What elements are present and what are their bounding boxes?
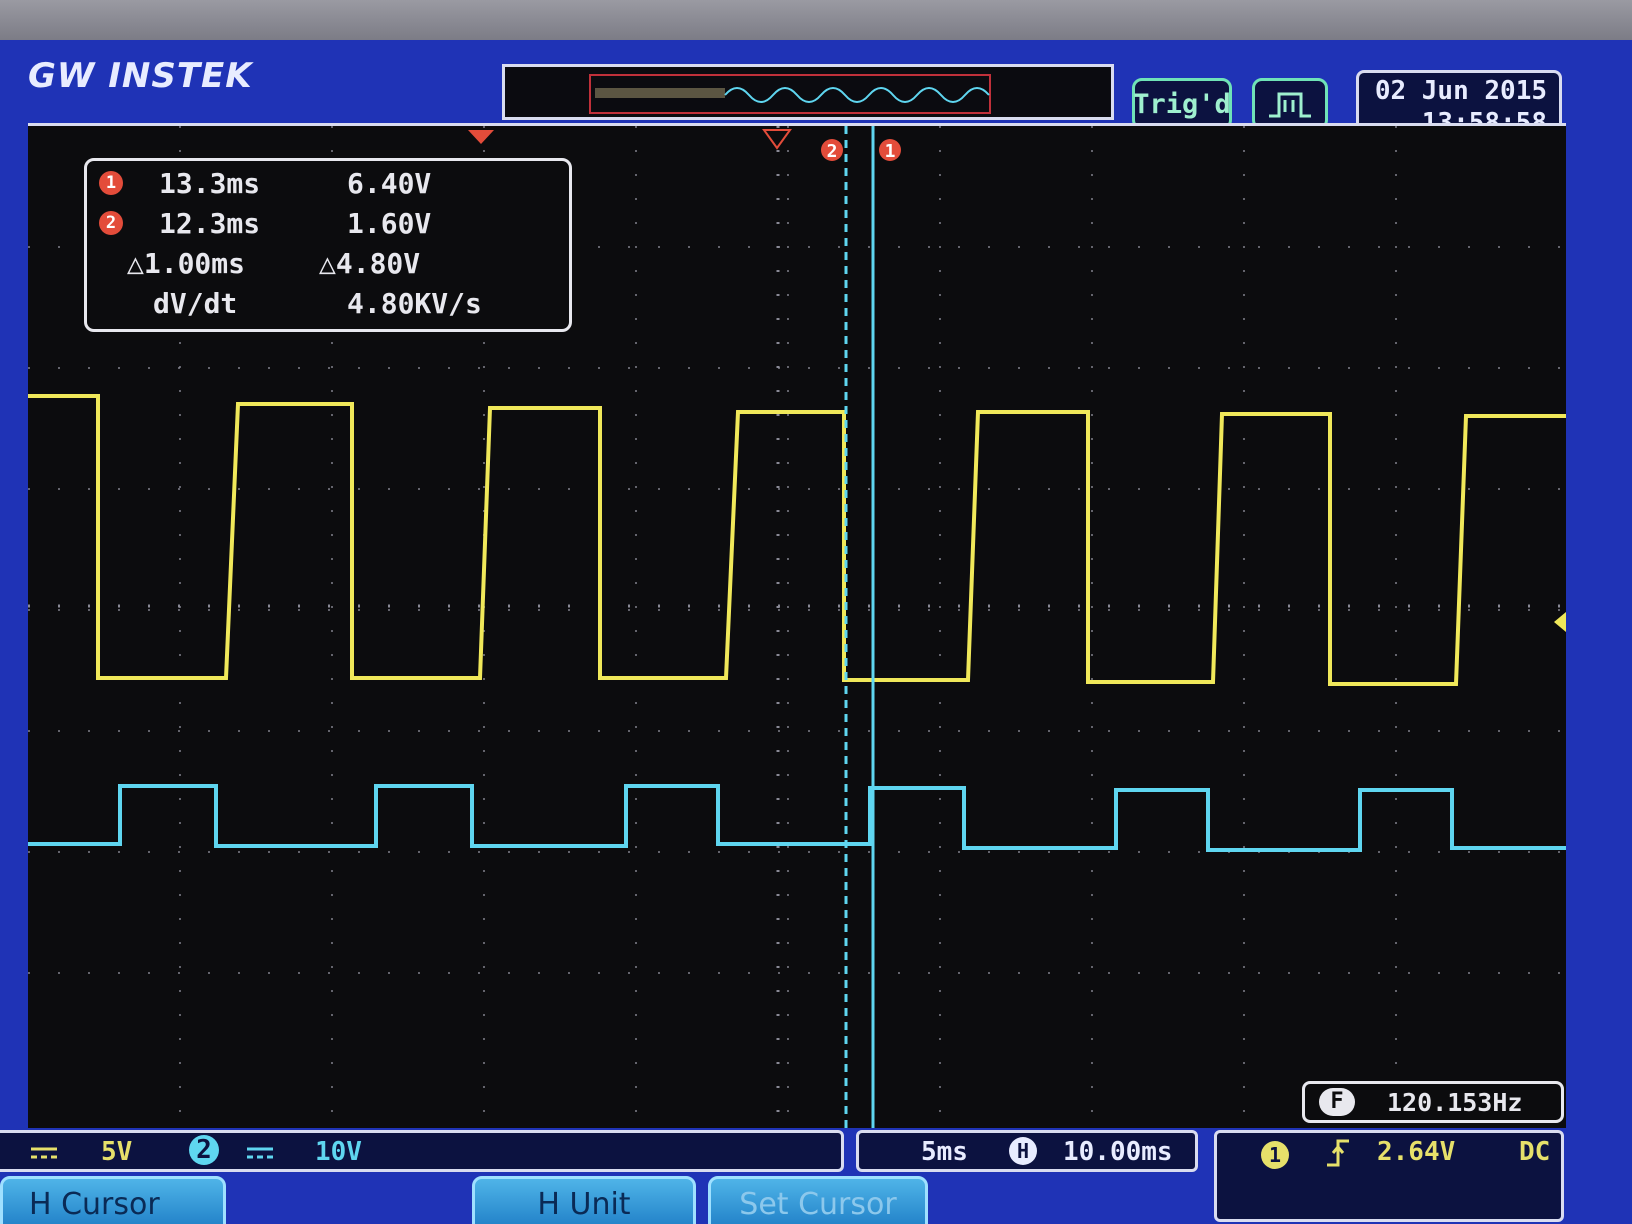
cursor-position-icon [762, 129, 792, 150]
delta-value: △4.80V [319, 247, 421, 280]
delta-time: △1.00ms [127, 247, 246, 280]
slope-label: dV/dt [153, 287, 238, 320]
h-unit-softkey[interactable]: H Unit [472, 1176, 696, 1224]
date-text: 02 Jun 2015 [1374, 76, 1547, 106]
readout-row-delta: △1.00ms △4.80V [87, 245, 569, 285]
cursor1-marker-icon: 1 [99, 171, 123, 195]
trigger-mode-glyph [1269, 92, 1311, 118]
frequency-counter: F 120.153Hz [1302, 1081, 1564, 1123]
cursor1-time: 13.3ms [159, 167, 261, 200]
timebase-scale: 5ms [921, 1137, 968, 1167]
readout-row-cursor1: 1 13.3ms 6.40V [87, 165, 569, 205]
trigger-level: 2.64V [1377, 1137, 1456, 1167]
timebase-position: 10.00ms [1063, 1137, 1173, 1167]
cursor2-marker-icon: 2 [99, 211, 123, 235]
trigger-coupling: DC [1519, 1137, 1551, 1167]
cursor2-value: 1.60V [347, 207, 432, 240]
set-cursor-softkey[interactable]: Set Cursor [708, 1176, 928, 1224]
channel-scale-segment: 5V 2 10V [0, 1130, 844, 1172]
ch2-waveform [28, 784, 1566, 852]
cursor1-value: 6.40V [347, 167, 432, 200]
trigger-position-icon [468, 130, 494, 144]
memory-overview-bar [502, 64, 1114, 120]
rising-edge-icon [1325, 1137, 1351, 1176]
cursor1-badge-label: 1 [885, 141, 896, 162]
ch1-scale: 5V [101, 1137, 133, 1167]
horizontal-position-icon: H [1009, 1137, 1037, 1165]
waveform-overview [589, 74, 991, 114]
trigger-segment: 1 2.64V DC [1214, 1130, 1564, 1222]
ch2-marker-icon: 2 [189, 1135, 219, 1165]
slope-value: 4.80KV/s [347, 287, 482, 320]
trigger-source-icon: 1 [1261, 1141, 1289, 1169]
frequency-value: 120.153Hz [1387, 1088, 1523, 1117]
frequency-icon: F [1319, 1088, 1355, 1116]
trigger-level-icon [1554, 612, 1566, 632]
cursor-readout-panel: 1 13.3ms 6.40V 2 12.3ms 1.60V △1.00ms △4… [84, 158, 572, 332]
h-cursor-softkey[interactable]: H Cursor [0, 1176, 226, 1224]
overview-wave [724, 87, 990, 103]
cursor2-badge-label: 2 [827, 141, 838, 162]
ch2-scale: 10V [315, 1137, 362, 1167]
dc-coupling-icon [245, 1137, 275, 1174]
timebase-segment: 5ms H 10.00ms [856, 1130, 1198, 1172]
readout-row-cursor2: 2 12.3ms 1.60V [87, 205, 569, 245]
dc-coupling-icon [29, 1137, 59, 1174]
brand-logo: GW INSTEK [28, 56, 253, 96]
cursor2-time: 12.3ms [159, 207, 261, 240]
ch1-waveform [28, 394, 1566, 686]
readout-row-slope: dV/dt 4.80KV/s [87, 285, 569, 325]
